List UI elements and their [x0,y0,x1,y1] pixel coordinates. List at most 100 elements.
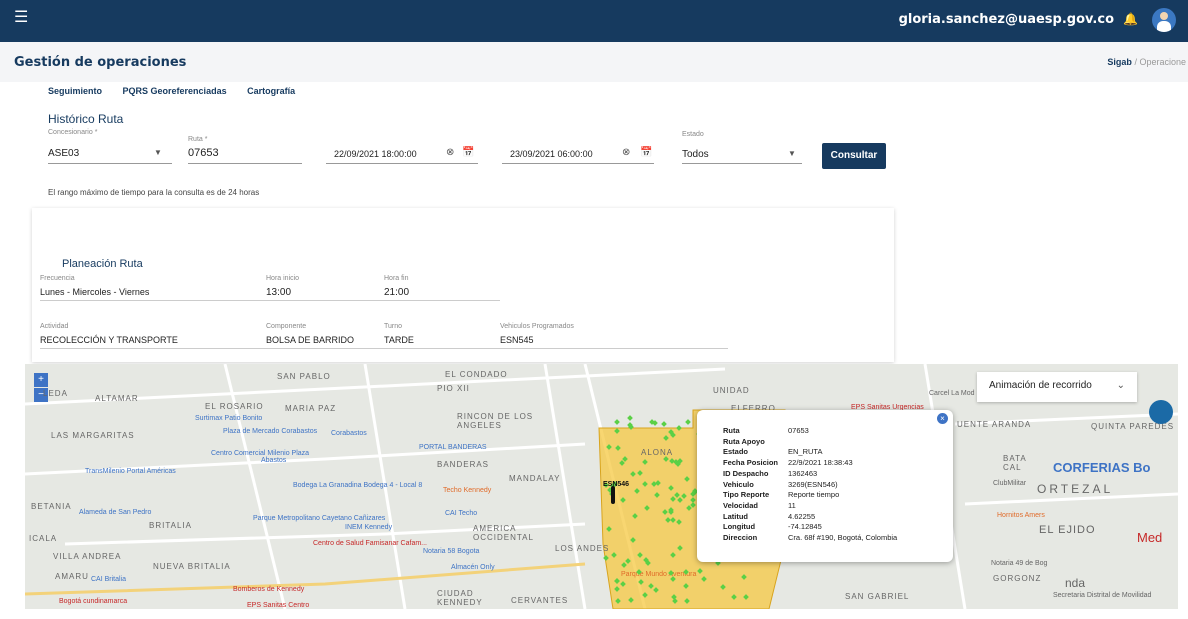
map-area-label: LEDA [43,389,68,398]
map-poi[interactable]: Techo Kennedy [443,487,491,494]
route-map[interactable]: + − SAN PABLO PIO XII EL CONDADO UNIDAD … [25,364,1178,609]
clear-icon[interactable]: ⊗ [622,147,630,158]
zoom-in-button[interactable]: + [34,373,48,387]
map-area-label: Med [1137,530,1163,545]
avatar[interactable] [1152,8,1176,32]
map-poi[interactable]: ClubMilitar [993,480,1026,487]
map-area-label: EL ROSARIO [205,402,264,411]
vehicle-icon[interactable] [611,486,615,504]
tab-seguimiento[interactable]: Seguimiento [48,86,102,96]
frecuencia-label: Frecuencia [40,275,75,282]
calendar-icon[interactable]: 📅 [462,147,474,158]
turno-label: Turno [384,323,403,330]
map-area-label: AMERICA OCCIDENTAL [473,524,534,542]
popup-value: 07653 [788,426,809,435]
map-poi[interactable]: TransMilenio Portal Américas [85,468,176,475]
map-area-label: AMARU [55,572,89,581]
map-area-label: LAS MARGARITAS [51,431,135,440]
map-area-label: EL CONDADO [445,370,508,379]
componente-value: BOLSA DE BARRIDO [266,335,355,345]
map-poi[interactable]: Bodega La Granadina Bodega 4 - Local 8 [293,482,422,489]
vehiculos-value: ESN545 [500,335,534,345]
map-poi[interactable]: Surtimax Patio Bonito [195,415,262,422]
map-area-label: EL EJIDO [1039,524,1096,536]
chevron-down-icon[interactable]: ▼ [788,149,796,158]
map-poi[interactable]: Corabastos [331,430,367,437]
menu-icon[interactable]: ☰ [14,10,30,26]
user-email[interactable]: gloria.sanchez@uaesp.gov.co [899,12,1114,27]
map-poi[interactable]: EPS Sanitas Centro [247,602,309,609]
historico-title: Histórico Ruta [48,112,124,126]
chevron-down-icon: ⌄ [1116,380,1125,391]
map-poi[interactable]: Bomberos de Kennedy [233,586,304,593]
map-poi[interactable]: Parque Metropolitano Cayetano Cañizares [253,515,385,522]
breadcrumb: Sigab / Operacione [1107,57,1186,67]
map-poi[interactable]: Carcel La Mod [929,390,975,397]
consultar-button[interactable]: Consultar [822,143,886,169]
map-poi[interactable]: Notaria 49 de Bog [991,560,1047,567]
map-area-label: CORFERIAS Bo [1053,460,1151,475]
map-area-label: SAN PABLO [277,372,331,381]
calendar-icon[interactable]: 📅 [640,147,652,158]
popup-key: Ruta Apoyo [723,436,765,446]
concesionario-label: Concesionario * [48,129,98,136]
tab-bar: Seguimiento PQRS Georeferenciadas Cartog… [48,86,313,96]
map-area-label: SAN GABRIEL [845,592,910,601]
tab-cartografia[interactable]: Cartografía [247,86,295,96]
range-note: El rango máximo de tiempo para la consul… [48,188,260,197]
map-poi[interactable]: INEM Kennedy [345,524,392,531]
map-area-label: UNIDAD [713,386,750,395]
map-area-label: ALONA [641,448,674,457]
vehiculos-label: Vehiculos Programados [500,323,574,330]
turno-value: TARDE [384,335,414,345]
map-area-label: ICALA [29,534,58,543]
map-poi[interactable]: CAI Britalia [91,576,126,583]
map-poi[interactable]: CAI Techo [445,510,477,517]
popup-value: 4.62255 [788,511,816,521]
breadcrumb-current: Operacione [1139,57,1186,67]
map-area-label: NUEVA BRITALIA [153,562,231,571]
map-poi[interactable]: Alameda de San Pedro [79,509,151,516]
breadcrumb-separator: / [1134,57,1137,67]
map-poi[interactable]: Almacén Only [451,564,495,571]
fecha-inicio-input[interactable]: 22/09/2021 18:00:00 [334,149,417,159]
map-area-label: BANDERAS [437,460,490,469]
planeacion-card: Planeación Ruta Frecuencia Lunes - Mierc… [32,208,894,362]
hora-fin-label: Hora fin [384,275,409,282]
chevron-down-icon[interactable]: ▼ [154,148,162,157]
map-layers-icon[interactable] [1149,400,1173,424]
estado-select[interactable]: Todos [682,149,709,160]
animacion-recorrido-dropdown[interactable]: Animación de recorrido ⌄ [977,372,1137,402]
popup-value: 3269(ESN546) [788,479,838,489]
notification-bell-icon[interactable]: 🔔 [1123,12,1138,26]
frecuencia-value: Lunes - Miercoles - Viernes [40,287,150,297]
clear-icon[interactable]: ⊗ [446,147,454,158]
map-poi[interactable]: Hornitos Amers [997,512,1045,519]
map-poi[interactable]: Centro de Salud Famisanar Cafam... [313,540,427,547]
page-header: Gestión de operaciones Sigab / Operacion… [0,42,1188,82]
map-poi[interactable]: Plaza de Mercado Corabastos [223,428,317,435]
map-poi[interactable]: Bogotá cundinamarca [59,598,127,605]
popup-value: 11 [788,500,796,510]
tab-pqrs[interactable]: PQRS Georeferenciadas [123,86,227,96]
vehicle-info-popup: × Ruta 07653 Ruta Apoyo Estado EN_RUTA Fecha … [697,410,953,562]
map-area-label: ALTAMAR [95,394,139,403]
map-poi[interactable]: Centro Comercial Milenio Plaza [211,450,309,457]
breadcrumb-root[interactable]: Sigab [1107,57,1132,67]
map-area-label: BETANIA [31,502,72,511]
popup-value: Cra. 68f #190, Bogotá, Colombia [788,533,898,542]
map-area-label: MANDALAY [509,474,561,483]
map-poi[interactable]: Notaria 58 Bogota [423,548,479,555]
map-poi[interactable]: Abastos [261,457,286,464]
popup-key: Fecha Posicion [723,458,779,468]
concesionario-select[interactable]: ASE03 [48,148,79,159]
fecha-fin-input[interactable]: 23/09/2021 06:00:00 [510,149,593,159]
map-poi[interactable]: Secretaria Distrital de Movilidad [1053,592,1163,600]
top-bar: ☰ gloria.sanchez@uaesp.gov.co 🔔 [0,0,1188,42]
animacion-label: Animación de recorrido [989,380,1092,391]
hora-inicio-label: Hora inicio [266,275,300,282]
close-icon[interactable]: × [937,413,948,424]
ruta-input[interactable]: 07653 [188,147,219,159]
popup-key: Velocidad [723,500,759,510]
map-poi[interactable]: PORTAL BANDERAS [419,444,487,451]
